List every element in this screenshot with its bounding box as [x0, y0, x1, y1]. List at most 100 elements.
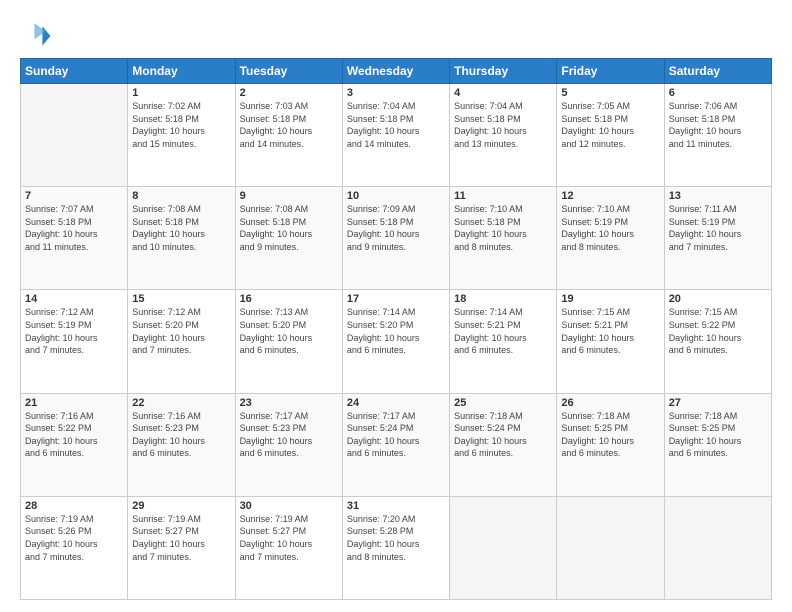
weekday-header-thursday: Thursday [450, 59, 557, 84]
calendar-cell: 10Sunrise: 7:09 AM Sunset: 5:18 PM Dayli… [342, 187, 449, 290]
weekday-header-saturday: Saturday [664, 59, 771, 84]
calendar-cell: 8Sunrise: 7:08 AM Sunset: 5:18 PM Daylig… [128, 187, 235, 290]
calendar-table: SundayMondayTuesdayWednesdayThursdayFrid… [20, 58, 772, 600]
day-info: Sunrise: 7:12 AM Sunset: 5:20 PM Dayligh… [132, 306, 230, 356]
day-number: 30 [240, 500, 338, 512]
calendar-cell [21, 84, 128, 187]
day-info: Sunrise: 7:17 AM Sunset: 5:24 PM Dayligh… [347, 410, 445, 460]
calendar-week-4: 21Sunrise: 7:16 AM Sunset: 5:22 PM Dayli… [21, 393, 772, 496]
header [20, 16, 772, 52]
day-info: Sunrise: 7:17 AM Sunset: 5:23 PM Dayligh… [240, 410, 338, 460]
day-info: Sunrise: 7:08 AM Sunset: 5:18 PM Dayligh… [132, 203, 230, 253]
day-number: 15 [132, 293, 230, 305]
day-number: 25 [454, 397, 552, 409]
weekday-header-sunday: Sunday [21, 59, 128, 84]
weekday-header-tuesday: Tuesday [235, 59, 342, 84]
day-info: Sunrise: 7:18 AM Sunset: 5:24 PM Dayligh… [454, 410, 552, 460]
calendar-cell: 7Sunrise: 7:07 AM Sunset: 5:18 PM Daylig… [21, 187, 128, 290]
page: SundayMondayTuesdayWednesdayThursdayFrid… [0, 0, 792, 612]
calendar-cell [664, 496, 771, 599]
day-info: Sunrise: 7:16 AM Sunset: 5:22 PM Dayligh… [25, 410, 123, 460]
day-info: Sunrise: 7:19 AM Sunset: 5:26 PM Dayligh… [25, 513, 123, 563]
day-number: 31 [347, 500, 445, 512]
calendar-cell: 5Sunrise: 7:05 AM Sunset: 5:18 PM Daylig… [557, 84, 664, 187]
day-number: 21 [25, 397, 123, 409]
day-info: Sunrise: 7:13 AM Sunset: 5:20 PM Dayligh… [240, 306, 338, 356]
day-number: 20 [669, 293, 767, 305]
logo-icon [20, 20, 52, 52]
day-info: Sunrise: 7:15 AM Sunset: 5:21 PM Dayligh… [561, 306, 659, 356]
calendar-cell: 28Sunrise: 7:19 AM Sunset: 5:26 PM Dayli… [21, 496, 128, 599]
day-info: Sunrise: 7:20 AM Sunset: 5:28 PM Dayligh… [347, 513, 445, 563]
day-info: Sunrise: 7:16 AM Sunset: 5:23 PM Dayligh… [132, 410, 230, 460]
day-info: Sunrise: 7:19 AM Sunset: 5:27 PM Dayligh… [132, 513, 230, 563]
day-number: 6 [669, 87, 767, 99]
day-number: 4 [454, 87, 552, 99]
day-info: Sunrise: 7:12 AM Sunset: 5:19 PM Dayligh… [25, 306, 123, 356]
day-info: Sunrise: 7:08 AM Sunset: 5:18 PM Dayligh… [240, 203, 338, 253]
weekday-header-wednesday: Wednesday [342, 59, 449, 84]
day-number: 1 [132, 87, 230, 99]
day-number: 29 [132, 500, 230, 512]
calendar-cell: 16Sunrise: 7:13 AM Sunset: 5:20 PM Dayli… [235, 290, 342, 393]
day-number: 22 [132, 397, 230, 409]
day-info: Sunrise: 7:11 AM Sunset: 5:19 PM Dayligh… [669, 203, 767, 253]
calendar-cell [450, 496, 557, 599]
calendar-week-3: 14Sunrise: 7:12 AM Sunset: 5:19 PM Dayli… [21, 290, 772, 393]
day-info: Sunrise: 7:05 AM Sunset: 5:18 PM Dayligh… [561, 100, 659, 150]
calendar-header-row: SundayMondayTuesdayWednesdayThursdayFrid… [21, 59, 772, 84]
day-info: Sunrise: 7:14 AM Sunset: 5:21 PM Dayligh… [454, 306, 552, 356]
calendar-cell: 21Sunrise: 7:16 AM Sunset: 5:22 PM Dayli… [21, 393, 128, 496]
day-info: Sunrise: 7:06 AM Sunset: 5:18 PM Dayligh… [669, 100, 767, 150]
calendar-week-1: 1Sunrise: 7:02 AM Sunset: 5:18 PM Daylig… [21, 84, 772, 187]
calendar-cell: 13Sunrise: 7:11 AM Sunset: 5:19 PM Dayli… [664, 187, 771, 290]
calendar-cell [557, 496, 664, 599]
day-number: 10 [347, 190, 445, 202]
calendar-cell: 1Sunrise: 7:02 AM Sunset: 5:18 PM Daylig… [128, 84, 235, 187]
calendar-cell: 4Sunrise: 7:04 AM Sunset: 5:18 PM Daylig… [450, 84, 557, 187]
day-info: Sunrise: 7:09 AM Sunset: 5:18 PM Dayligh… [347, 203, 445, 253]
logo [20, 20, 56, 52]
day-number: 17 [347, 293, 445, 305]
day-info: Sunrise: 7:18 AM Sunset: 5:25 PM Dayligh… [561, 410, 659, 460]
day-info: Sunrise: 7:04 AM Sunset: 5:18 PM Dayligh… [347, 100, 445, 150]
day-info: Sunrise: 7:15 AM Sunset: 5:22 PM Dayligh… [669, 306, 767, 356]
day-number: 16 [240, 293, 338, 305]
day-info: Sunrise: 7:14 AM Sunset: 5:20 PM Dayligh… [347, 306, 445, 356]
day-number: 11 [454, 190, 552, 202]
day-number: 12 [561, 190, 659, 202]
calendar-cell: 14Sunrise: 7:12 AM Sunset: 5:19 PM Dayli… [21, 290, 128, 393]
day-number: 23 [240, 397, 338, 409]
day-number: 24 [347, 397, 445, 409]
day-number: 9 [240, 190, 338, 202]
day-number: 26 [561, 397, 659, 409]
calendar-cell: 27Sunrise: 7:18 AM Sunset: 5:25 PM Dayli… [664, 393, 771, 496]
calendar-cell: 2Sunrise: 7:03 AM Sunset: 5:18 PM Daylig… [235, 84, 342, 187]
day-number: 27 [669, 397, 767, 409]
calendar-cell: 23Sunrise: 7:17 AM Sunset: 5:23 PM Dayli… [235, 393, 342, 496]
day-number: 14 [25, 293, 123, 305]
day-number: 13 [669, 190, 767, 202]
calendar-cell: 24Sunrise: 7:17 AM Sunset: 5:24 PM Dayli… [342, 393, 449, 496]
calendar-cell: 20Sunrise: 7:15 AM Sunset: 5:22 PM Dayli… [664, 290, 771, 393]
calendar-cell: 22Sunrise: 7:16 AM Sunset: 5:23 PM Dayli… [128, 393, 235, 496]
calendar-cell: 25Sunrise: 7:18 AM Sunset: 5:24 PM Dayli… [450, 393, 557, 496]
day-number: 2 [240, 87, 338, 99]
calendar-cell: 3Sunrise: 7:04 AM Sunset: 5:18 PM Daylig… [342, 84, 449, 187]
weekday-header-monday: Monday [128, 59, 235, 84]
calendar-cell: 18Sunrise: 7:14 AM Sunset: 5:21 PM Dayli… [450, 290, 557, 393]
day-number: 18 [454, 293, 552, 305]
day-info: Sunrise: 7:10 AM Sunset: 5:18 PM Dayligh… [454, 203, 552, 253]
calendar-cell: 9Sunrise: 7:08 AM Sunset: 5:18 PM Daylig… [235, 187, 342, 290]
calendar-cell: 29Sunrise: 7:19 AM Sunset: 5:27 PM Dayli… [128, 496, 235, 599]
day-info: Sunrise: 7:07 AM Sunset: 5:18 PM Dayligh… [25, 203, 123, 253]
calendar-cell: 19Sunrise: 7:15 AM Sunset: 5:21 PM Dayli… [557, 290, 664, 393]
calendar-cell: 12Sunrise: 7:10 AM Sunset: 5:19 PM Dayli… [557, 187, 664, 290]
calendar-week-5: 28Sunrise: 7:19 AM Sunset: 5:26 PM Dayli… [21, 496, 772, 599]
day-info: Sunrise: 7:02 AM Sunset: 5:18 PM Dayligh… [132, 100, 230, 150]
day-info: Sunrise: 7:18 AM Sunset: 5:25 PM Dayligh… [669, 410, 767, 460]
calendar-cell: 15Sunrise: 7:12 AM Sunset: 5:20 PM Dayli… [128, 290, 235, 393]
day-number: 7 [25, 190, 123, 202]
calendar-cell: 6Sunrise: 7:06 AM Sunset: 5:18 PM Daylig… [664, 84, 771, 187]
day-number: 5 [561, 87, 659, 99]
